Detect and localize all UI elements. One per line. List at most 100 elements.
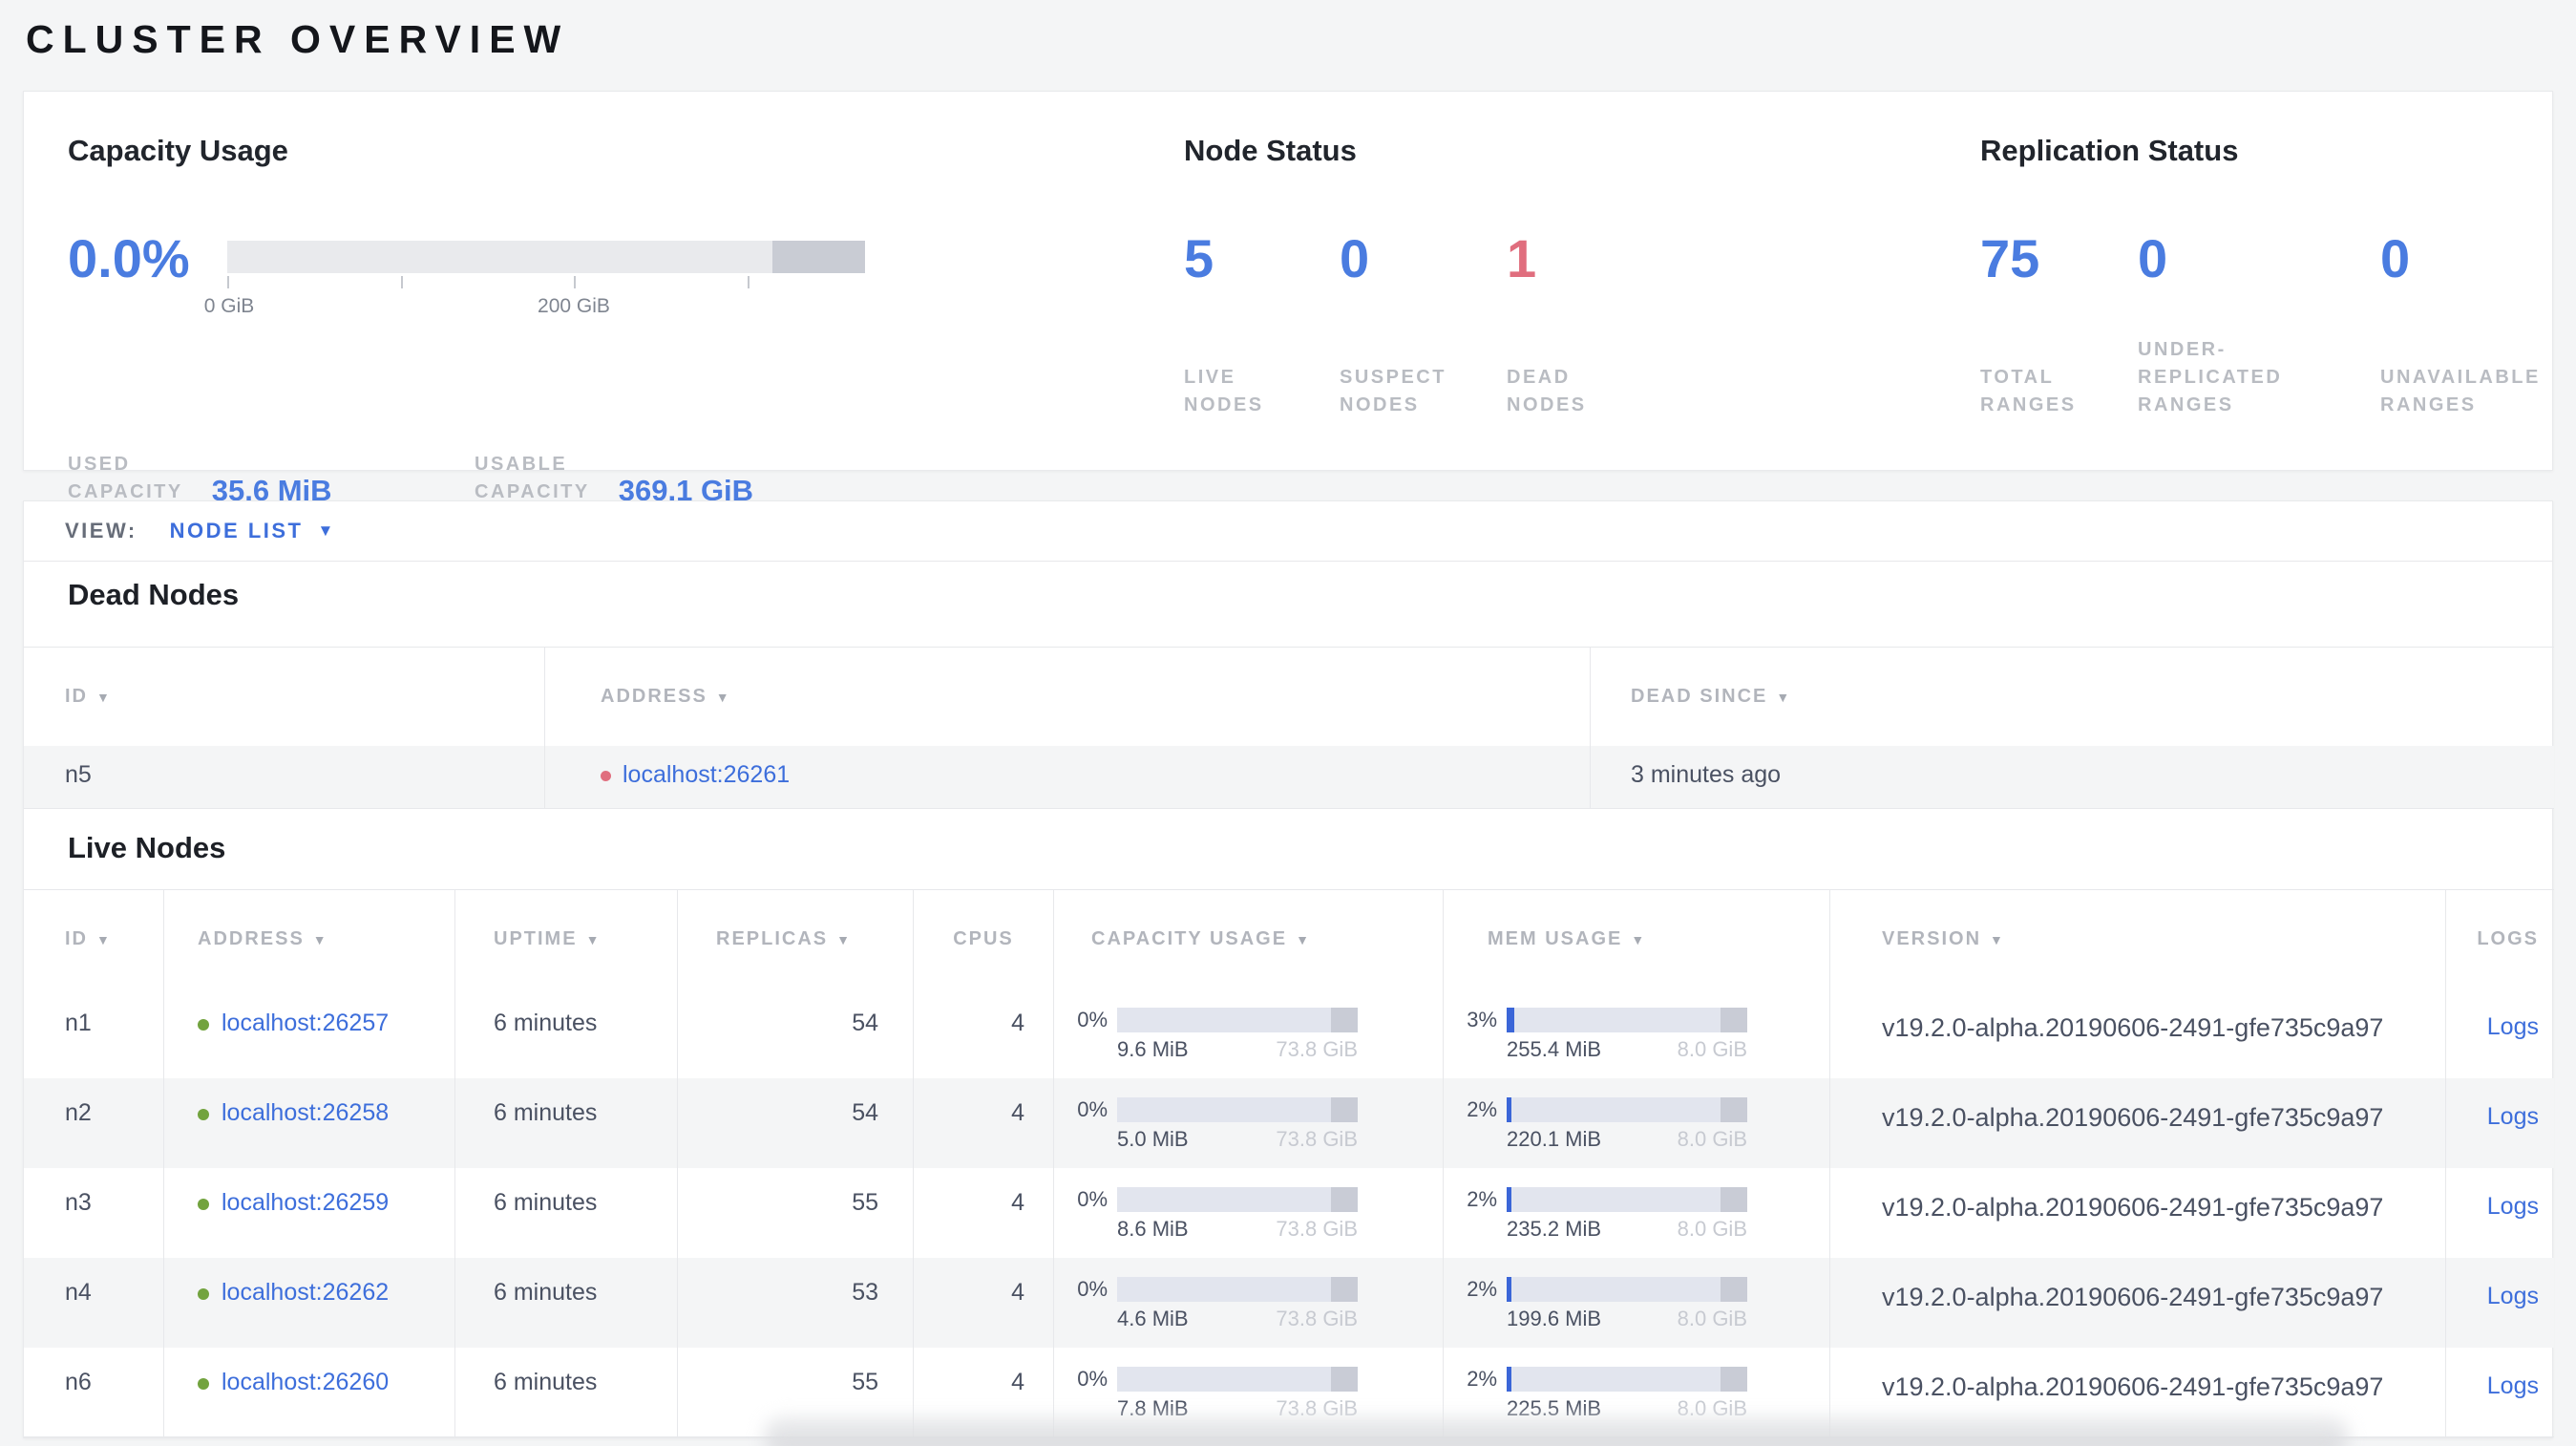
label-line: DEAD — [1507, 367, 1571, 388]
column-header-dead-since[interactable]: DEAD SINCE ▼ — [1590, 648, 2554, 746]
sort-desc-icon: ▼ — [96, 931, 112, 947]
logs-link[interactable]: Logs — [2487, 1283, 2539, 1309]
sort-desc-icon: ▼ — [715, 689, 731, 705]
capacity-usage-bar — [1117, 1097, 1358, 1122]
mem-bar-fill — [1507, 1187, 1512, 1212]
live-node-row: n2 localhost:26258 6 minutes 54 4 0% 5.0… — [24, 1078, 2554, 1168]
mem-usage-bar — [1507, 1277, 1747, 1302]
capacity-percent: 0.0% — [68, 228, 190, 288]
node-address-cell: localhost:26257 — [163, 989, 454, 1078]
logs-link[interactable]: Logs — [2487, 1013, 2539, 1040]
uptime-cell: 6 minutes — [454, 1258, 677, 1348]
uptime-cell: 6 minutes — [454, 1078, 677, 1168]
node-address-link[interactable]: localhost:26258 — [222, 1099, 389, 1127]
capacity-percent-label: 0% — [1077, 1367, 1108, 1391]
label-line: USED — [68, 454, 131, 475]
node-status-title: Node Status — [1184, 134, 1357, 167]
label-line: RANGES — [1980, 394, 2077, 415]
capacity-axis-labels: 0 GiB 200 GiB — [204, 295, 865, 320]
mem-bar-other-segment — [1721, 1277, 1747, 1302]
column-header-address[interactable]: ADDRESS ▼ — [544, 648, 1590, 746]
view-selected-value[interactable]: NODE LIST — [170, 519, 304, 543]
label-line: UNDER- — [2138, 339, 2227, 360]
capacity-bar-other-segment — [1331, 1097, 1358, 1122]
capacity-used-value: 9.6 MiB — [1117, 1037, 1189, 1061]
version-cell: v19.2.0-alpha.20190606-2491-gfe735c9a97 — [1829, 1258, 2445, 1348]
logs-cell: Logs — [2445, 989, 2554, 1078]
logs-cell: Logs — [2445, 1078, 2554, 1168]
mem-bar-fill — [1507, 1008, 1514, 1032]
node-address-link[interactable]: localhost:26260 — [222, 1369, 389, 1396]
uptime-cell: 6 minutes — [454, 989, 677, 1078]
capacity-usage-cell: 0% 9.6 MiB 73.8 GiB — [1053, 989, 1443, 1078]
axis-tick — [574, 276, 576, 288]
mem-percent-label: 2% — [1467, 1367, 1497, 1391]
horizontal-scrollbar-thumb[interactable] — [764, 1416, 2349, 1446]
live-status-dot-icon — [198, 1378, 209, 1390]
column-header-mem-usage[interactable]: MEM USAGE ▼ — [1443, 890, 1829, 989]
node-address-link[interactable]: localhost:26262 — [222, 1279, 389, 1307]
column-header-logs[interactable]: LOGS — [2445, 890, 2554, 989]
mem-used-value: 255.4 MiB — [1507, 1037, 1602, 1061]
cpus-cell: 4 — [913, 1078, 1053, 1168]
node-address-cell: localhost:26261 — [544, 746, 1590, 808]
view-selector-dropdown[interactable]: NODE LIST ▼ — [170, 519, 334, 543]
live-status-dot-icon — [198, 1109, 209, 1120]
node-address-link[interactable]: localhost:26259 — [222, 1189, 389, 1217]
live-status-dot-icon — [198, 1288, 209, 1300]
live-nodes-header-row: ID ▼ ADDRESS ▼ UPTIME ▼ REPLICAS ▼ CPUS — [24, 889, 2554, 989]
used-capacity-stat: USED CAPACITY 35.6 MiB — [68, 451, 332, 507]
column-header-replicas[interactable]: REPLICAS ▼ — [677, 890, 913, 989]
column-header-uptime[interactable]: UPTIME ▼ — [454, 890, 677, 989]
mem-usage-bar — [1507, 1097, 1747, 1122]
cpus-cell: 4 — [913, 1258, 1053, 1348]
label-line: NODES — [1184, 394, 1264, 415]
sort-desc-icon: ▼ — [312, 931, 328, 947]
mem-percent-label: 2% — [1467, 1097, 1497, 1121]
capacity-percent-label: 0% — [1077, 1187, 1108, 1211]
logs-link[interactable]: Logs — [2487, 1103, 2539, 1130]
column-label: LOGS — [2477, 928, 2539, 949]
column-label: UPTIME — [494, 928, 578, 949]
capacity-usage-cell: 0% 4.6 MiB 73.8 GiB — [1053, 1258, 1443, 1348]
mem-usage-cell: 2% 235.2 MiB 8.0 GiB — [1443, 1168, 1829, 1258]
live-status-dot-icon — [198, 1199, 209, 1210]
column-header-version[interactable]: VERSION ▼ — [1829, 890, 2445, 989]
node-id-cell: n2 — [65, 1099, 92, 1126]
uptime-cell: 6 minutes — [454, 1168, 677, 1258]
column-header-cpus[interactable]: CPUS — [913, 890, 1053, 989]
replicas-cell: 55 — [677, 1168, 913, 1258]
mem-bar-fill — [1507, 1367, 1512, 1392]
column-header-id[interactable]: ID ▼ — [24, 648, 544, 746]
dead-node-row: n5 localhost:26261 3 minutes ago — [24, 746, 2554, 809]
column-label: ADDRESS — [601, 686, 707, 707]
live-nodes-heading: Live Nodes — [68, 831, 226, 864]
node-id-cell: n4 — [65, 1279, 92, 1306]
column-header-id[interactable]: ID ▼ — [24, 890, 163, 989]
mem-usage-cell: 2% 220.1 MiB 8.0 GiB — [1443, 1078, 1829, 1168]
node-address-link[interactable]: localhost:26257 — [222, 1010, 389, 1037]
page-title: CLUSTER OVERVIEW — [26, 17, 570, 61]
live-node-row: n1 localhost:26257 6 minutes 54 4 0% 9.6… — [24, 989, 2554, 1078]
logs-link[interactable]: Logs — [2487, 1193, 2539, 1220]
capacity-used-value: 8.6 MiB — [1117, 1217, 1189, 1241]
sort-desc-icon: ▼ — [1990, 931, 2005, 947]
label-line: UNAVAILABLE — [2380, 367, 2541, 388]
column-label: REPLICAS — [716, 928, 829, 949]
column-header-address[interactable]: ADDRESS ▼ — [163, 890, 454, 989]
dead-nodes-label: DEAD NODES — [1507, 364, 1587, 419]
mem-usage-bar — [1507, 1187, 1747, 1212]
column-header-capacity-usage[interactable]: CAPACITY USAGE ▼ — [1053, 890, 1443, 989]
usable-capacity-stat: USABLE CAPACITY 369.1 GiB — [475, 451, 753, 507]
usable-capacity-label: USABLE CAPACITY — [475, 451, 590, 506]
node-address-link[interactable]: localhost:26261 — [623, 761, 790, 789]
label-line: NODES — [1340, 394, 1420, 415]
live-nodes-label: LIVE NODES — [1184, 364, 1264, 419]
live-nodes-table: ID ▼ ADDRESS ▼ UPTIME ▼ REPLICAS ▼ CPUS — [24, 889, 2554, 1437]
logs-link[interactable]: Logs — [2487, 1372, 2539, 1399]
node-id-cell: n6 — [65, 1369, 92, 1395]
logs-cell: Logs — [2445, 1348, 2554, 1436]
uptime-cell: 6 minutes — [454, 1348, 677, 1436]
view-label: VIEW: — [65, 519, 137, 542]
axis-label-200gib: 200 GiB — [538, 295, 610, 317]
